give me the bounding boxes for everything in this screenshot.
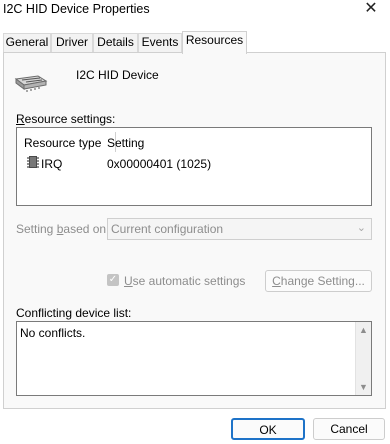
column-header-setting[interactable]: Setting [107, 136, 144, 150]
title-bar: I2C HID Device Properties ✕ [0, 0, 390, 22]
resource-type-cell: IRQ [41, 157, 63, 171]
resource-settings-label: Resource settings: [16, 112, 116, 126]
cancel-button[interactable]: Cancel [313, 418, 385, 440]
change-setting-button[interactable]: Change Setting... [265, 270, 372, 292]
setting-based-on-dropdown[interactable]: Current configuration ⌄ [107, 218, 372, 240]
tab-events[interactable]: Events [138, 33, 182, 52]
tab-resources[interactable]: Resources [182, 31, 247, 54]
resource-settings-list[interactable]: Resource type Setting IRQ 0x00000401 (10… [16, 127, 372, 206]
hid-device-icon [14, 75, 48, 92]
tab-label: Driver [56, 35, 88, 49]
tab-general[interactable]: General [3, 33, 51, 52]
column-header-resource-type[interactable]: Resource type [24, 136, 101, 150]
tab-strip: General Driver Details Events Resources [0, 31, 390, 54]
scroll-down-icon[interactable]: ▼ [359, 382, 368, 392]
window-title: I2C HID Device Properties [3, 2, 150, 16]
scroll-up-icon[interactable]: ▲ [359, 325, 368, 335]
conflicting-device-list[interactable]: No conflicts. ▲ ▼ [16, 321, 372, 396]
use-automatic-settings-checkbox[interactable]: ✓ [107, 274, 119, 286]
tab-driver[interactable]: Driver [51, 33, 93, 52]
vertical-scrollbar[interactable]: ▲ ▼ [355, 322, 371, 395]
tab-label: General [5, 35, 49, 49]
tab-label: Details [97, 35, 134, 49]
chevron-down-icon: ⌄ [356, 222, 366, 234]
conflicting-device-list-label: Conflicting device list: [16, 306, 132, 320]
dropdown-value: Current configuration [111, 222, 224, 236]
conflicts-text: No conflicts. [20, 326, 86, 340]
ok-button[interactable]: OK [231, 418, 305, 440]
use-automatic-settings-label: Use automatic settings [124, 274, 246, 288]
irq-chip-icon [27, 156, 39, 168]
tab-label: Resources [185, 33, 244, 47]
setting-based-on-label: Setting based on: [16, 222, 110, 236]
tab-label: Events [141, 35, 179, 49]
device-name: I2C HID Device [76, 68, 159, 82]
tab-details[interactable]: Details [93, 33, 138, 52]
close-icon[interactable]: ✕ [361, 0, 381, 19]
resource-setting-cell: 0x00000401 (1025) [107, 157, 212, 171]
